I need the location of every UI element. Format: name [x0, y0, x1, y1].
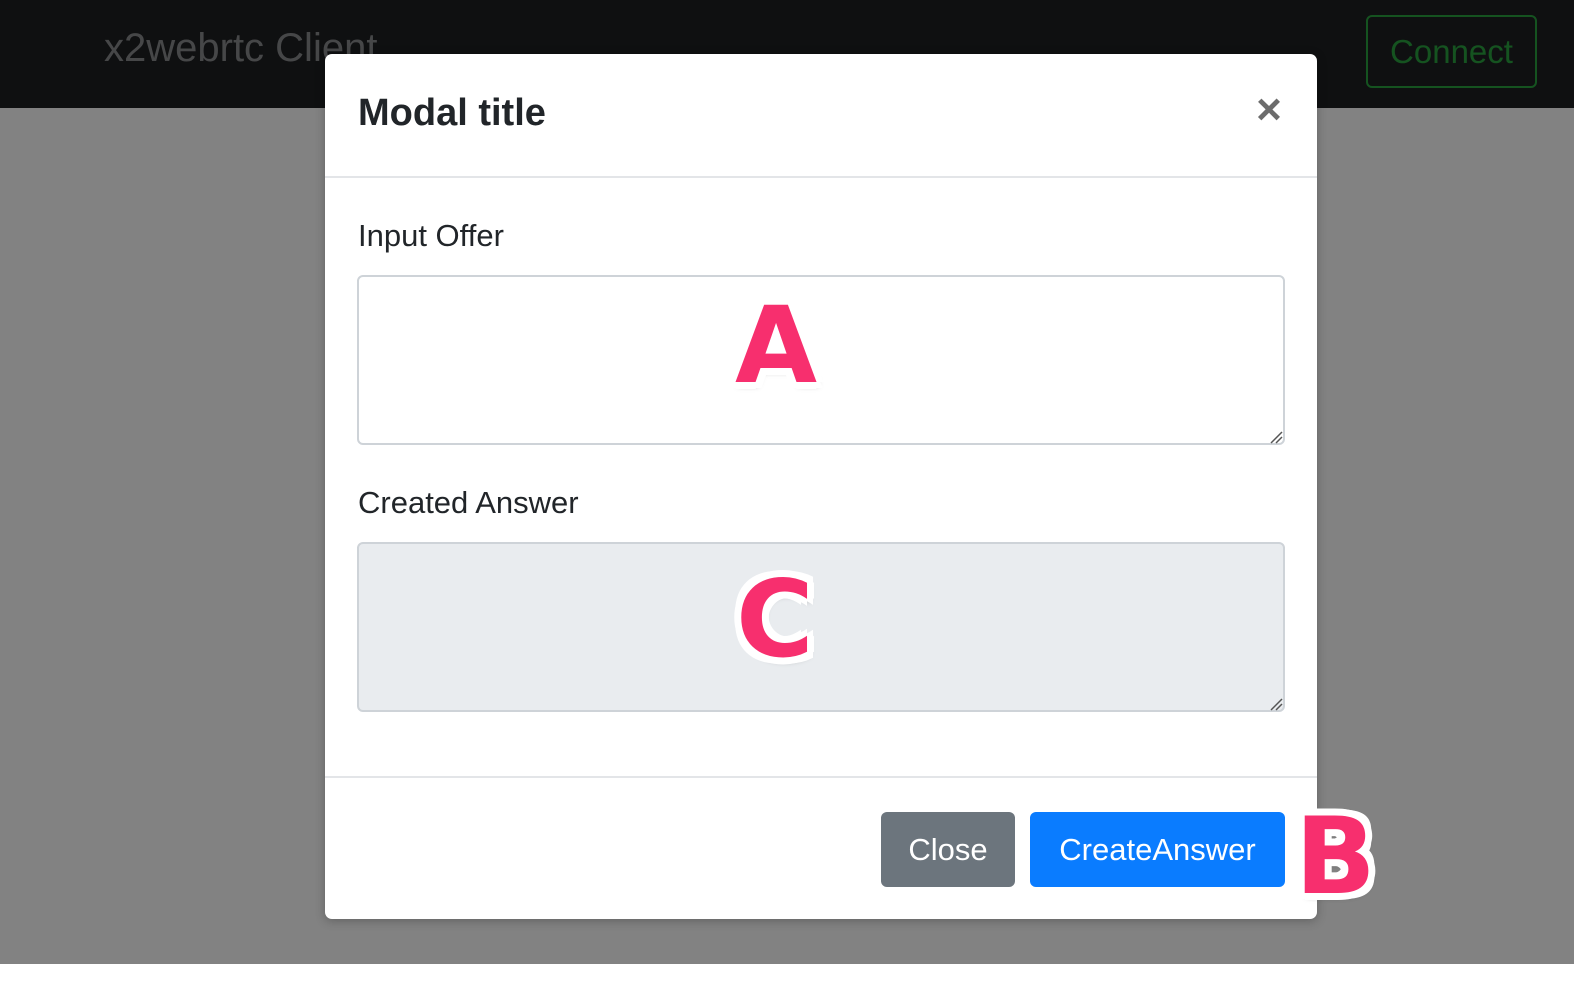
annotation-marker-c: C	[736, 558, 814, 681]
modal-header: Modal title ×	[325, 54, 1317, 178]
created-answer-textarea[interactable]	[357, 542, 1285, 712]
input-offer-label: Input Offer	[358, 218, 504, 253]
resize-grip-icon[interactable]	[1267, 695, 1283, 711]
close-icon[interactable]: ×	[1247, 88, 1291, 132]
created-answer-label: Created Answer	[358, 485, 579, 520]
modal-title: Modal title	[358, 92, 546, 134]
annotation-marker-a: A	[735, 284, 818, 407]
modal-footer: Close CreateAnswer	[325, 776, 1317, 919]
close-button[interactable]: Close	[881, 812, 1015, 887]
create-answer-button[interactable]: CreateAnswer	[1030, 812, 1285, 887]
modal-dialog: Modal title × Input Offer Created Answer…	[325, 54, 1317, 919]
input-offer-textarea[interactable]	[357, 275, 1285, 445]
resize-grip-icon[interactable]	[1267, 428, 1283, 444]
annotation-marker-b: B	[1295, 795, 1376, 918]
